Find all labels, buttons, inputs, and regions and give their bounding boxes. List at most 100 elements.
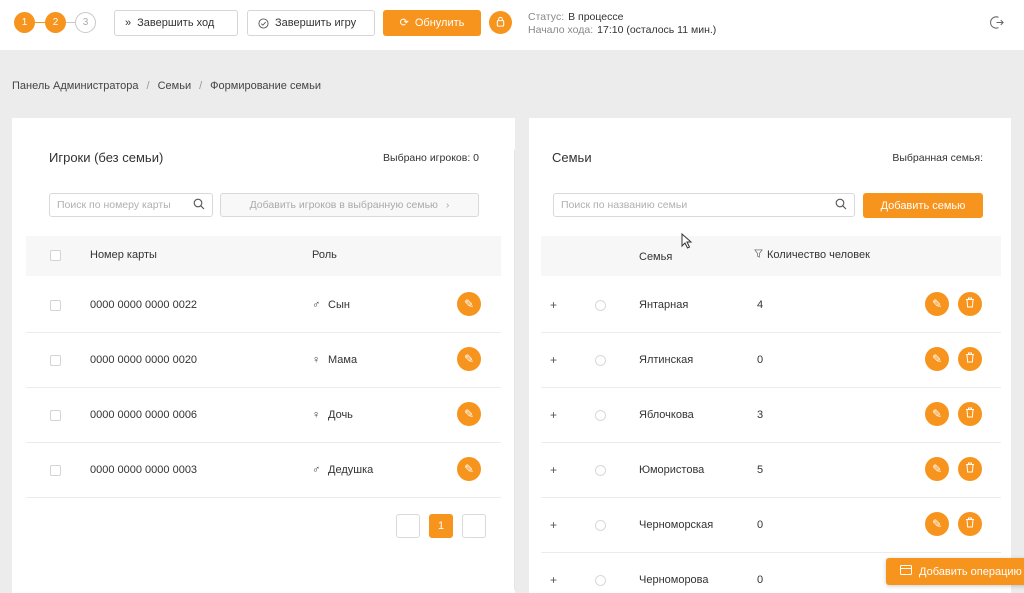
- step-2[interactable]: 2: [45, 12, 66, 33]
- add-players-to-family-button[interactable]: Добавить игроков в выбранную семью ›: [220, 193, 479, 217]
- end-game-button[interactable]: Завершить игру: [247, 10, 375, 36]
- row-checkbox[interactable]: [50, 465, 61, 476]
- table-row[interactable]: + Ялтинская 0 ✎: [541, 333, 1001, 388]
- table-row[interactable]: + Яблочкова 3 ✎: [541, 388, 1001, 443]
- edit-player-button[interactable]: ✎: [457, 347, 481, 371]
- delete-family-button[interactable]: [958, 457, 982, 481]
- logout-icon[interactable]: [988, 13, 1006, 31]
- family-radio[interactable]: [595, 410, 606, 421]
- pagination-next[interactable]: [462, 514, 486, 538]
- row-checkbox[interactable]: [50, 355, 61, 366]
- pencil-icon: ✎: [463, 352, 475, 366]
- card-search-placeholder: Поиск по номеру карты: [57, 199, 171, 211]
- column-role: Роль: [312, 249, 337, 261]
- step-1[interactable]: 1: [14, 12, 35, 33]
- edit-family-button[interactable]: ✎: [925, 457, 949, 481]
- turn-start-value: 17:10 (осталось 11 мин.): [597, 24, 717, 36]
- gender-icon-male: ♂: [312, 464, 321, 476]
- card-icon: [900, 565, 912, 578]
- breadcrumb-families[interactable]: Семьи: [158, 80, 192, 92]
- breadcrumb-separator: /: [146, 80, 150, 92]
- search-icon[interactable]: [193, 198, 205, 213]
- players-panel: Игроки (без семьи) Выбрано игроков: 0 По…: [12, 118, 515, 593]
- expand-icon[interactable]: +: [550, 463, 557, 477]
- check-circle-icon: [258, 17, 269, 29]
- families-table-header: Семья Количество человек: [541, 236, 1001, 276]
- expand-icon[interactable]: +: [550, 518, 557, 532]
- family-radio[interactable]: [595, 300, 606, 311]
- table-row[interactable]: + Черноморская 0 ✎: [541, 498, 1001, 553]
- trash-icon: [965, 297, 975, 311]
- expand-icon[interactable]: +: [550, 573, 557, 587]
- reset-label: Обнулить: [414, 17, 465, 29]
- lock-button[interactable]: [489, 11, 512, 34]
- role: Сын: [328, 299, 350, 311]
- family-name: Янтарная: [639, 299, 689, 311]
- step-3[interactable]: 3: [75, 12, 96, 33]
- edit-family-button[interactable]: ✎: [925, 347, 949, 371]
- table-row[interactable]: 0000 0000 0000 0020 ♀ Мама ✎: [26, 333, 501, 388]
- edit-player-button[interactable]: ✎: [457, 402, 481, 426]
- pagination-page-1[interactable]: 1: [429, 514, 453, 538]
- edit-player-button[interactable]: ✎: [457, 292, 481, 316]
- family-search-input[interactable]: Поиск по названию семьи: [553, 193, 855, 217]
- breadcrumb-separator: /: [199, 80, 203, 92]
- trash-icon: [965, 462, 975, 476]
- edit-family-button[interactable]: ✎: [925, 512, 949, 536]
- pencil-icon: ✎: [931, 517, 943, 531]
- family-radio[interactable]: [595, 355, 606, 366]
- add-family-button[interactable]: Добавить семью: [863, 193, 983, 218]
- expand-icon[interactable]: +: [550, 298, 557, 312]
- family-name: Юмористова: [639, 464, 705, 476]
- table-row[interactable]: + Янтарная 4 ✎: [541, 278, 1001, 333]
- reset-button[interactable]: ⟳ Обнулить: [383, 10, 481, 36]
- lock-icon: [495, 16, 506, 30]
- delete-family-button[interactable]: [958, 347, 982, 371]
- gender-icon-female: ♀: [312, 354, 321, 366]
- delete-family-button[interactable]: [958, 402, 982, 426]
- table-row[interactable]: 0000 0000 0000 0022 ♂ Сын ✎: [26, 278, 501, 333]
- delete-family-button[interactable]: [958, 292, 982, 316]
- end-turn-button[interactable]: » Завершить ход: [114, 10, 238, 36]
- card-search-input[interactable]: Поиск по номеру карты: [49, 193, 213, 217]
- search-icon[interactable]: [835, 198, 847, 213]
- filter-icon[interactable]: [754, 249, 763, 260]
- edit-family-button[interactable]: ✎: [925, 292, 949, 316]
- add-operation-label: Добавить операцию: [919, 565, 1022, 578]
- edit-player-button[interactable]: ✎: [457, 457, 481, 481]
- expand-icon[interactable]: +: [550, 353, 557, 367]
- select-all-checkbox[interactable]: [50, 250, 61, 261]
- family-search-placeholder: Поиск по названию семьи: [561, 199, 688, 211]
- row-checkbox[interactable]: [50, 410, 61, 421]
- turn-start-label: Начало хода:: [528, 24, 594, 36]
- trash-icon: [965, 407, 975, 421]
- table-row[interactable]: 0000 0000 0000 0006 ♀ Дочь ✎: [26, 388, 501, 443]
- breadcrumb-admin-panel[interactable]: Панель Администратора: [12, 80, 139, 92]
- column-member-count: Количество человек: [767, 249, 870, 261]
- delete-family-button[interactable]: [958, 512, 982, 536]
- end-game-label: Завершить игру: [275, 17, 357, 29]
- add-family-label: Добавить семью: [880, 199, 966, 212]
- mouse-cursor-icon: [681, 232, 693, 252]
- edit-family-button[interactable]: ✎: [925, 402, 949, 426]
- card-number: 0000 0000 0000 0003: [90, 464, 198, 476]
- expand-icon[interactable]: +: [550, 408, 557, 422]
- family-radio[interactable]: [595, 520, 606, 531]
- end-turn-label: Завершить ход: [137, 17, 215, 29]
- pencil-icon: ✎: [463, 462, 475, 476]
- role: Дочь: [328, 409, 353, 421]
- family-radio[interactable]: [595, 465, 606, 476]
- family-count: 0: [757, 354, 764, 366]
- family-name: Черноморская: [639, 519, 714, 531]
- family-radio[interactable]: [595, 575, 606, 586]
- card-number: 0000 0000 0000 0022: [90, 299, 198, 311]
- pencil-icon: ✎: [463, 407, 475, 421]
- status-value: В процессе: [568, 11, 624, 23]
- add-operation-button[interactable]: Добавить операцию: [886, 558, 1024, 585]
- pagination-prev[interactable]: [396, 514, 420, 538]
- families-panel: Семьи Выбранная семья: Поиск по названию…: [529, 118, 1011, 593]
- row-checkbox[interactable]: [50, 300, 61, 311]
- family-count: 5: [757, 464, 764, 476]
- table-row[interactable]: 0000 0000 0000 0003 ♂ Дедушка ✎: [26, 443, 501, 498]
- table-row[interactable]: + Юмористова 5 ✎: [541, 443, 1001, 498]
